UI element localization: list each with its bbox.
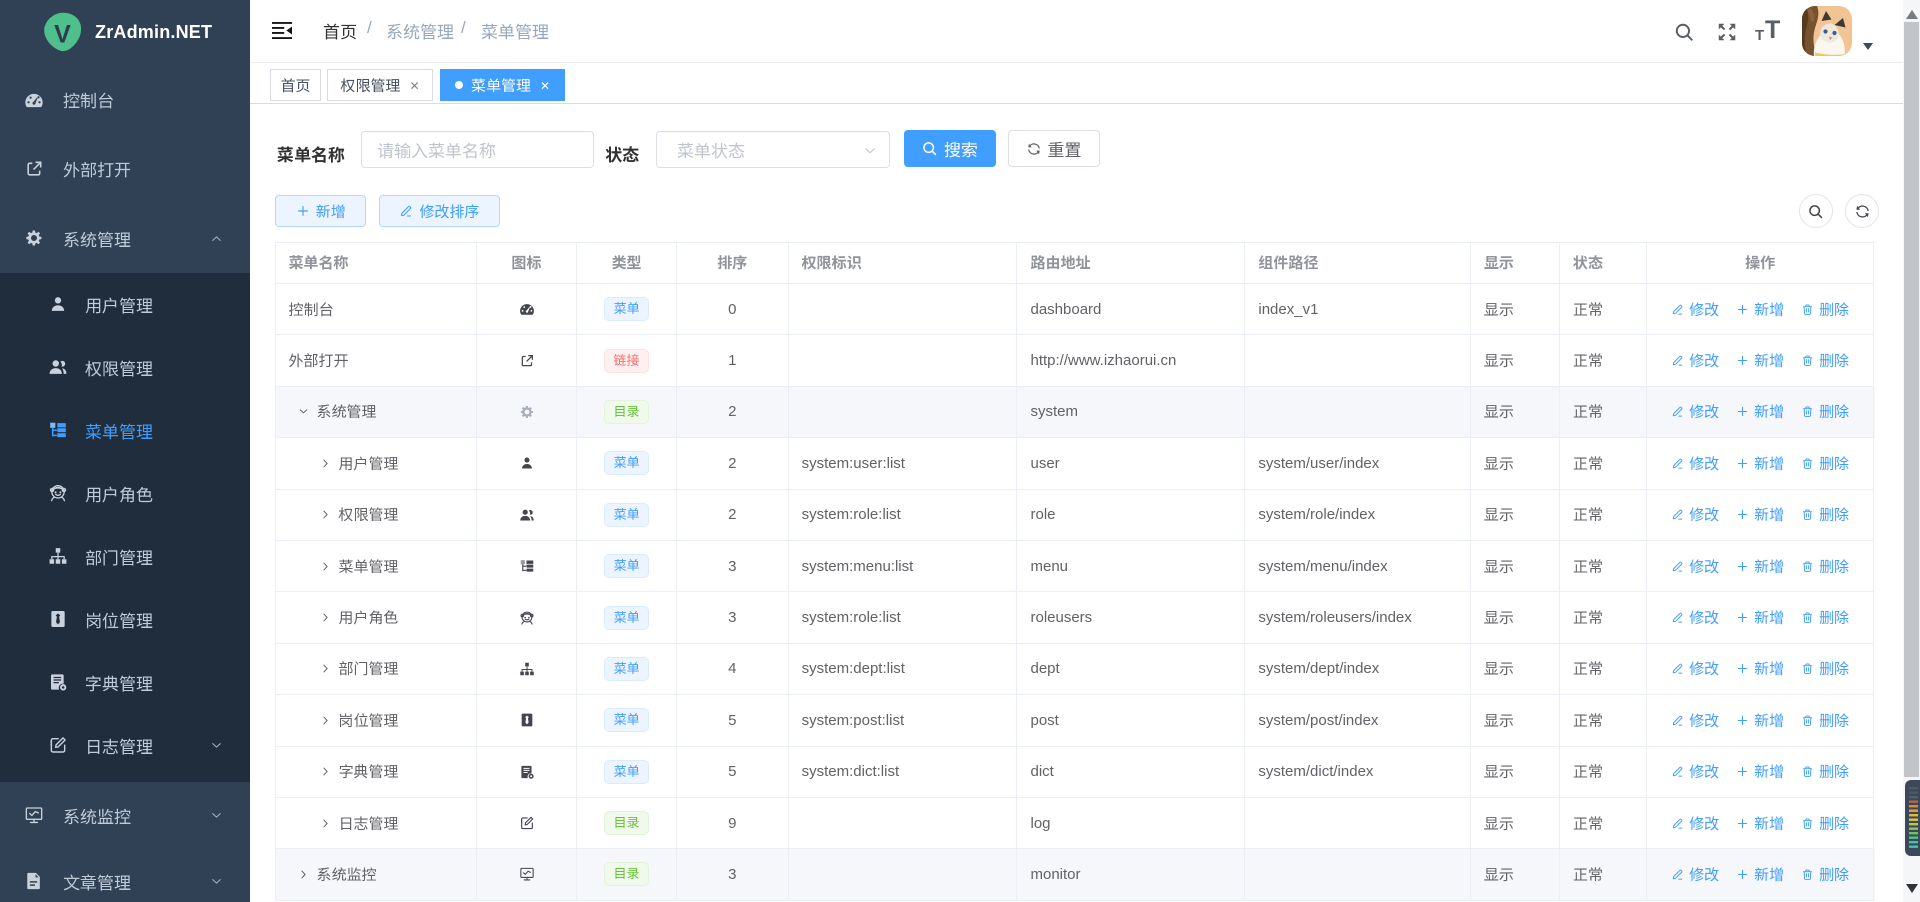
svg-text:V: V xyxy=(54,21,71,49)
